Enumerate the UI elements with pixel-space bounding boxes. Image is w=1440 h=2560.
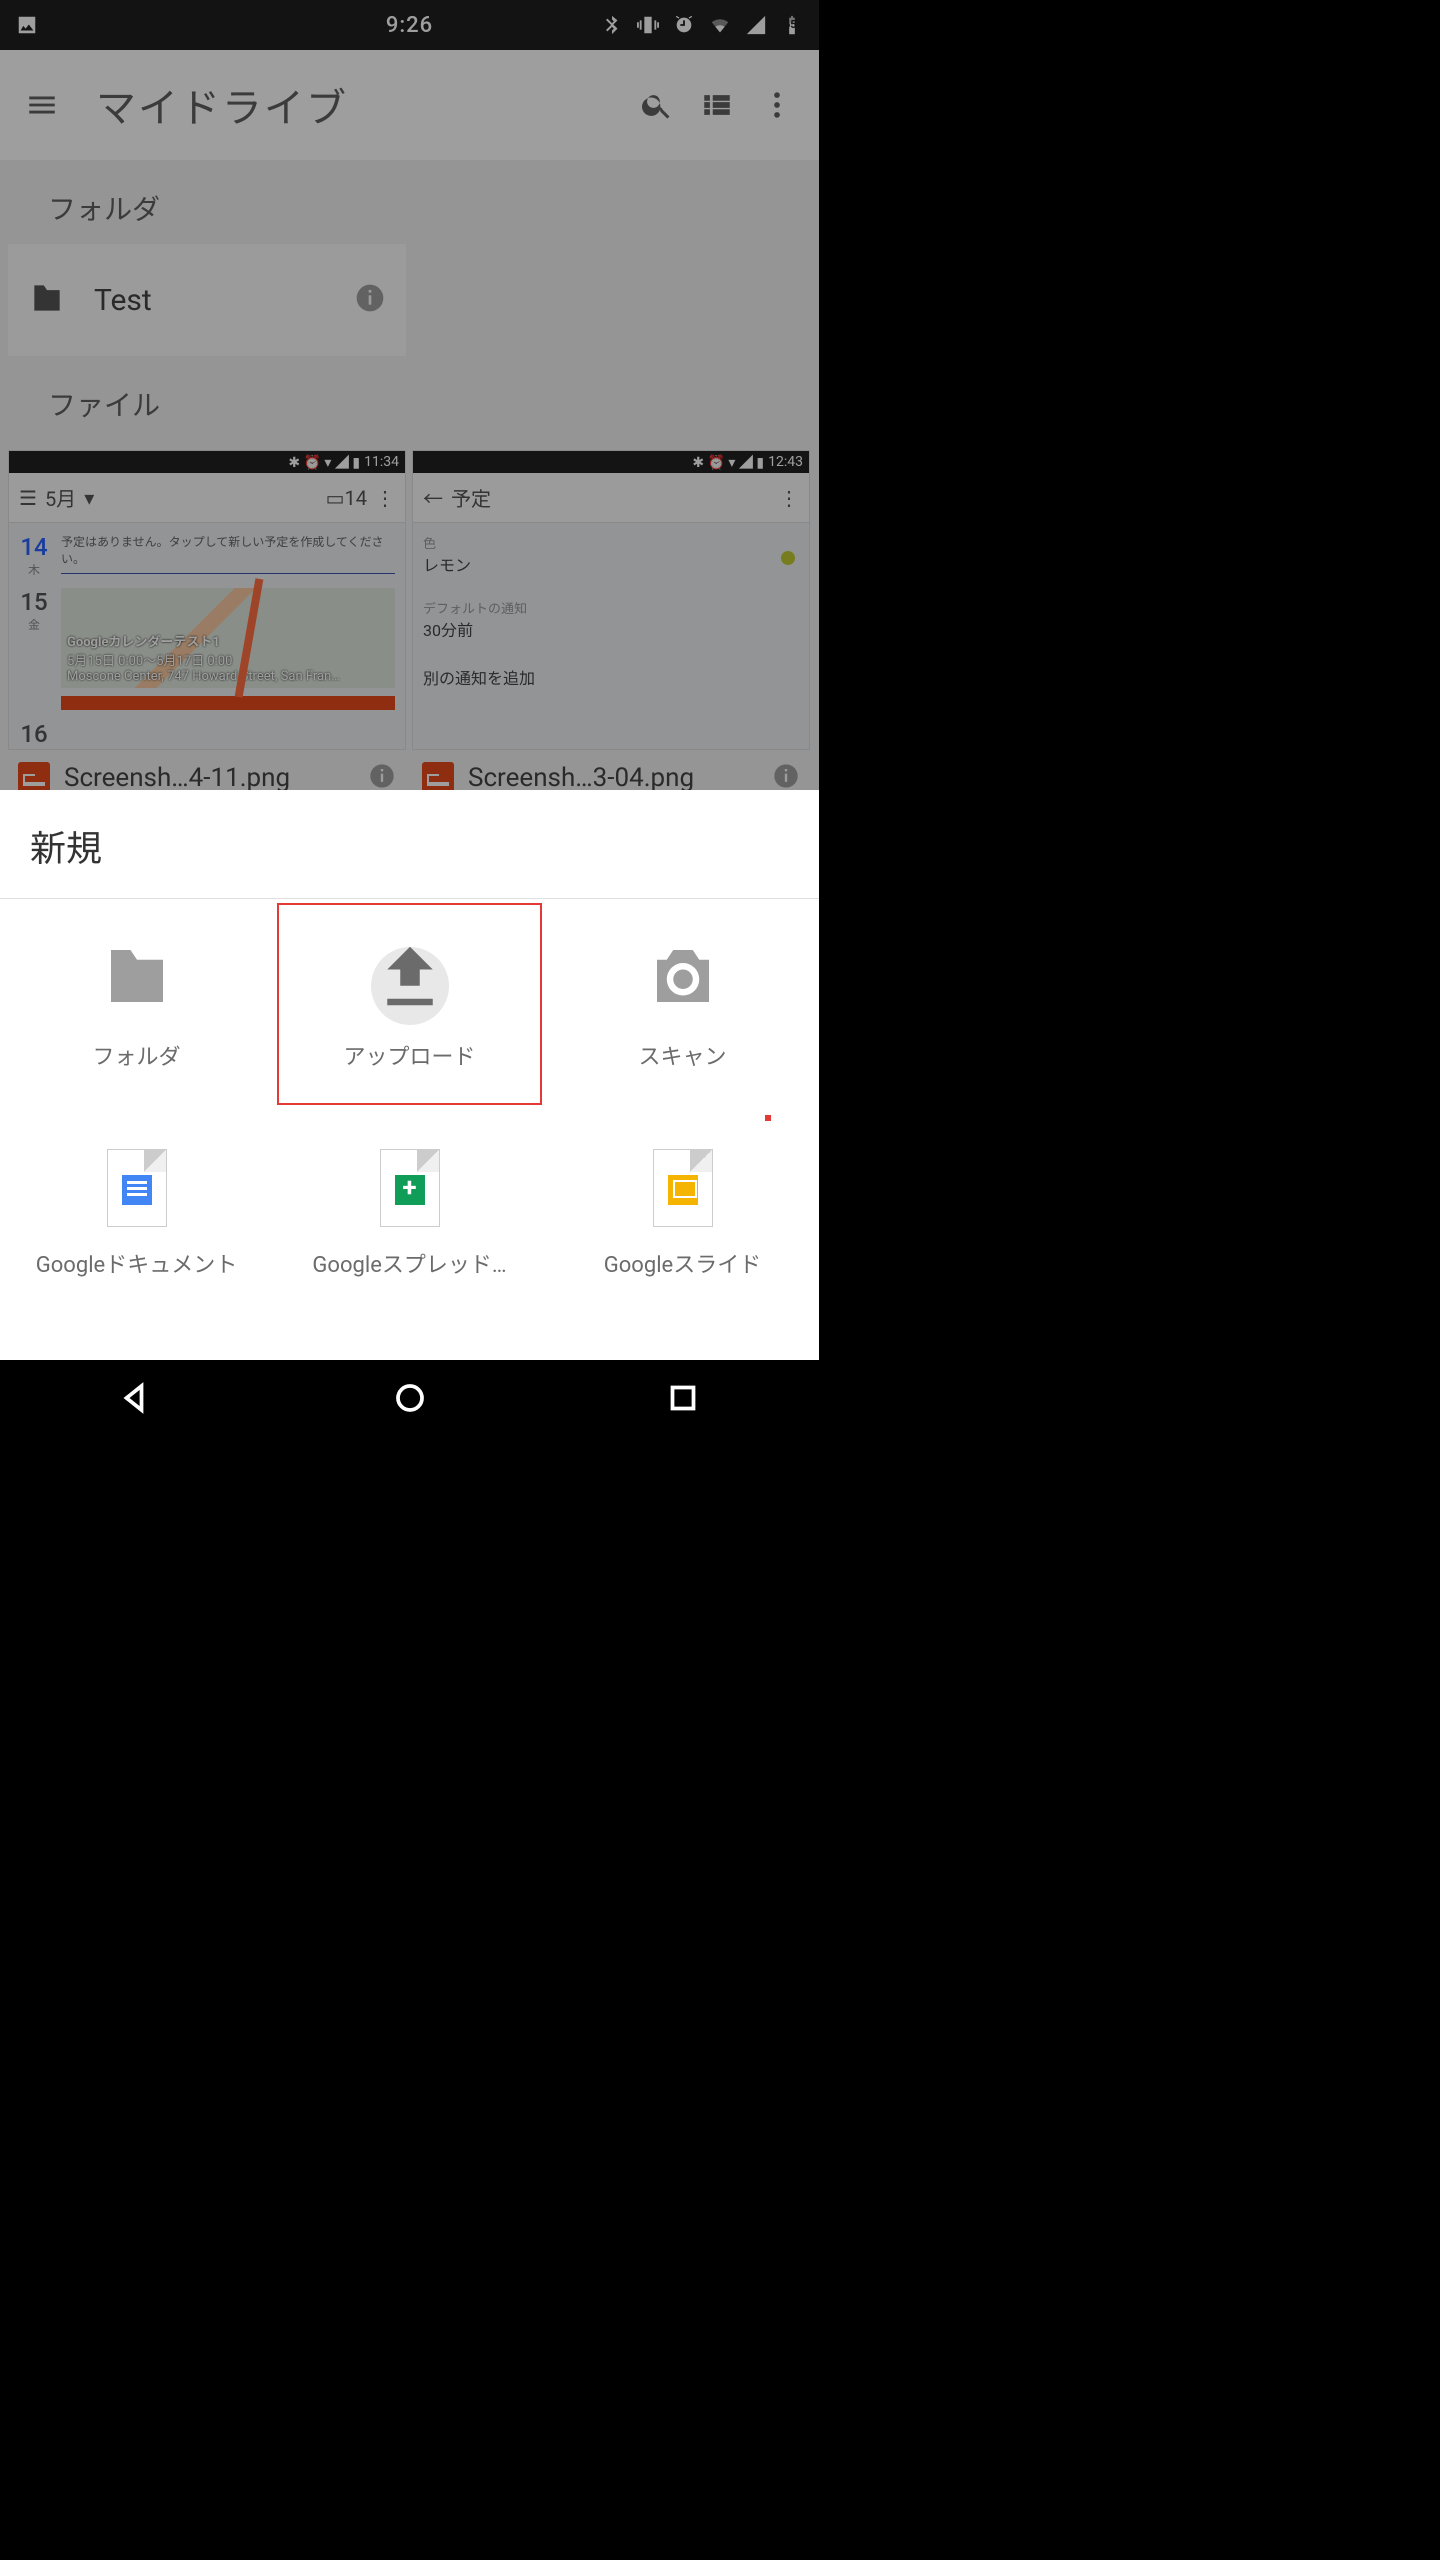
red-dot-badge bbox=[765, 1115, 771, 1121]
sheet-title: 新規 bbox=[0, 790, 819, 899]
scan-option[interactable]: スキャン bbox=[546, 899, 819, 1109]
google-slides-option[interactable]: Googleスライド bbox=[546, 1109, 819, 1319]
back-button[interactable] bbox=[119, 1380, 155, 1420]
home-button[interactable] bbox=[392, 1380, 428, 1420]
docs-file-icon bbox=[107, 1149, 167, 1227]
upload-icon bbox=[371, 937, 449, 1019]
slides-file-icon bbox=[653, 1149, 713, 1227]
google-docs-option[interactable]: Googleドキュメント bbox=[0, 1109, 273, 1319]
sheets-file-icon bbox=[380, 1149, 440, 1227]
create-folder-option[interactable]: フォルダ bbox=[0, 899, 273, 1109]
folder-icon bbox=[98, 937, 176, 1019]
recent-apps-button[interactable] bbox=[665, 1380, 701, 1420]
scrim-overlay[interactable] bbox=[0, 0, 819, 870]
camera-icon bbox=[644, 937, 722, 1019]
new-item-bottom-sheet: 新規 フォルダ アップロード スキャン Googleドキュメント Googl bbox=[0, 790, 819, 1360]
upload-option[interactable]: アップロード bbox=[273, 899, 546, 1109]
google-sheets-option[interactable]: Googleスプレッド… bbox=[273, 1109, 546, 1319]
android-nav-bar bbox=[0, 1360, 819, 1440]
